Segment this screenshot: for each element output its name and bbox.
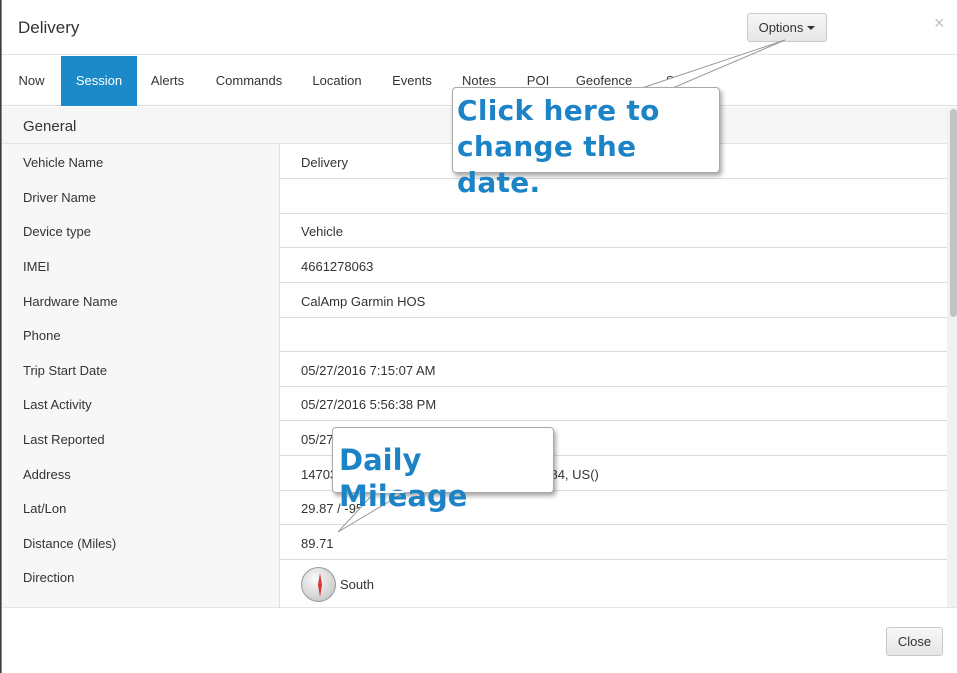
field-label-lat-lon: Lat/Lon xyxy=(2,491,279,525)
compass-needle-north xyxy=(317,573,322,585)
field-label-phone: Phone xyxy=(2,318,279,352)
table-row: Device type Vehicle xyxy=(2,214,947,248)
tab-label: Events xyxy=(392,73,432,88)
daily-mileage-callout: Daily Mileage xyxy=(332,427,554,513)
callout-mileage-text: Daily Mileage xyxy=(339,443,468,513)
modal-footer: Close xyxy=(2,607,957,673)
tab-commands[interactable]: Commands xyxy=(198,56,300,106)
table-row: Trip Start Date 05/27/2016 7:15:07 AM xyxy=(2,352,947,387)
options-button-label: Options xyxy=(758,20,804,35)
section-title: General xyxy=(23,118,77,135)
tab-label: Commands xyxy=(215,73,283,88)
field-value-trip-start-date: 05/27/2016 7:15:07 AM xyxy=(279,352,947,387)
table-row: Hardware Name CalAmp Garmin HOS xyxy=(2,283,947,318)
field-value-direction: South xyxy=(279,560,947,607)
table-row: Direction South xyxy=(2,560,947,607)
tab-label: St xyxy=(665,73,679,88)
field-label-trip-start-date: Trip Start Date xyxy=(2,352,279,387)
field-label-imei: IMEI xyxy=(2,248,279,283)
field-label-device-type: Device type xyxy=(2,214,279,248)
tab-label: Notes xyxy=(462,73,496,88)
tab-label: Location xyxy=(312,73,362,88)
field-value-hardware-name: CalAmp Garmin HOS xyxy=(279,283,947,318)
table-row: Last Activity 05/27/2016 5:56:38 PM xyxy=(2,387,947,421)
close-icon[interactable]: × xyxy=(934,14,945,32)
tab-label: POI xyxy=(526,73,550,88)
modal-title: Delivery xyxy=(18,18,80,37)
field-label-distance: Distance (Miles) xyxy=(2,525,279,560)
table-row: IMEI 4661278063 xyxy=(2,248,947,283)
caret-down-icon xyxy=(807,26,816,30)
scrollbar-thumb[interactable] xyxy=(950,109,957,317)
options-button[interactable]: Options xyxy=(747,13,827,42)
change-date-callout: Click here to change the date. xyxy=(452,87,720,199)
tab-label: Session xyxy=(75,73,123,88)
table-row: Phone xyxy=(2,318,947,352)
field-value-phone xyxy=(279,318,947,352)
field-label-driver-name: Driver Name xyxy=(2,179,279,214)
tab-events[interactable]: Events xyxy=(377,56,447,106)
field-label-vehicle-name: Vehicle Name xyxy=(2,144,279,179)
compass-icon xyxy=(301,567,336,602)
tab-label: Now xyxy=(18,73,45,88)
tab-session[interactable]: Session xyxy=(61,56,137,106)
callout-line-1: Click here to xyxy=(457,94,660,127)
close-button[interactable]: Close xyxy=(886,627,943,656)
field-value-distance: 89.71 xyxy=(279,525,947,560)
compass-needle-south xyxy=(317,585,322,597)
tab-label: Geofence xyxy=(575,73,633,88)
table-row: Distance (Miles) 89.71 xyxy=(2,525,947,560)
field-label-direction: Direction xyxy=(2,560,279,607)
tab-alerts[interactable]: Alerts xyxy=(137,56,198,106)
field-label-last-reported: Last Reported xyxy=(2,421,279,456)
field-value-imei: 4661278063 xyxy=(279,248,947,283)
field-value-device-type: Vehicle xyxy=(279,214,947,248)
tab-location[interactable]: Location xyxy=(300,56,374,106)
callout-line-2: change the date. xyxy=(457,130,637,199)
tab-now[interactable]: Now xyxy=(2,56,61,106)
direction-text: South xyxy=(340,577,374,592)
tab-label: Alerts xyxy=(150,73,185,88)
field-label-address: Address xyxy=(2,456,279,491)
field-value-last-activity: 05/27/2016 5:56:38 PM xyxy=(279,387,947,421)
field-label-hardware-name: Hardware Name xyxy=(2,283,279,318)
vertical-scrollbar[interactable] xyxy=(947,107,957,607)
field-label-last-activity: Last Activity xyxy=(2,387,279,421)
modal-header: Delivery Options × xyxy=(2,0,957,55)
